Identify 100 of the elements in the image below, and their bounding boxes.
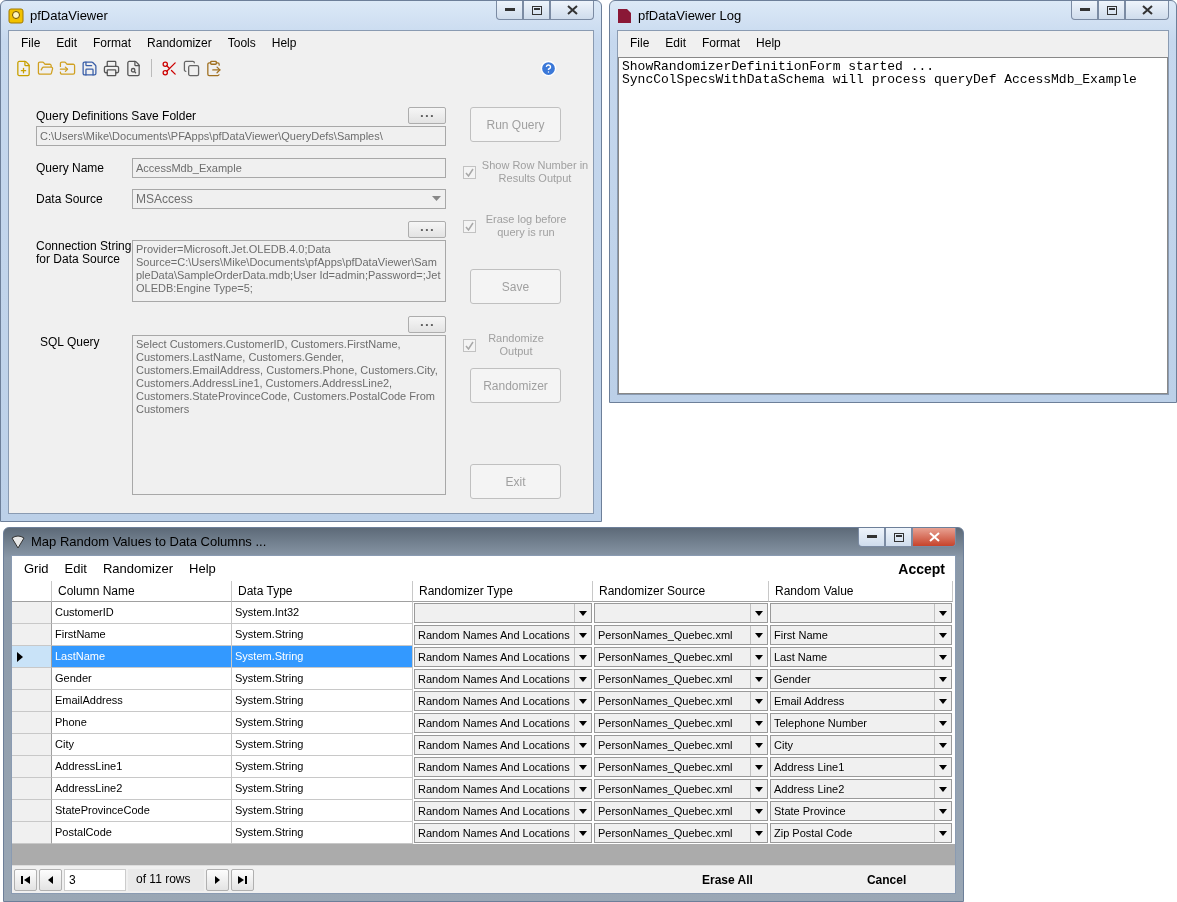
table-cell: System.String (232, 646, 413, 669)
column-header[interactable]: Randomizer Source (593, 581, 769, 603)
column-header[interactable]: Random Value (769, 581, 953, 603)
minimize-button[interactable] (496, 1, 523, 20)
dropdown-cell[interactable] (414, 603, 592, 624)
dropdown-cell[interactable]: Random Names And Locations (414, 691, 592, 712)
dropdown-cell[interactable]: Telephone Number (770, 713, 952, 734)
next-record-button[interactable] (206, 868, 229, 891)
log-text-area[interactable]: ShowRandomizerDefinitionForm started ... SyncColSpecsWithDataSchema will process queryDef AccessMdb_Example (618, 57, 1168, 394)
caret-icon (579, 632, 587, 638)
minimize-icon (1079, 8, 1090, 12)
dropdown-cell[interactable]: PersonNames_Quebec.xml (594, 823, 768, 844)
column-header[interactable]: Data Type (232, 581, 413, 603)
dropdown-cell[interactable]: PersonNames_Quebec.xml (594, 669, 768, 690)
dropdown-cell[interactable]: Random Names And Locations (414, 779, 592, 800)
browse-button[interactable]: • • • (408, 107, 446, 124)
dropdown-cell[interactable]: Address Line2 (770, 779, 952, 800)
dropdown-cell[interactable]: Last Name (770, 647, 952, 668)
dropdown-cell[interactable]: Random Names And Locations (414, 647, 592, 668)
dropdown-cell[interactable]: Random Names And Locations (414, 823, 592, 844)
menu-item[interactable]: Randomizer (139, 36, 220, 50)
maximize-button[interactable] (523, 1, 550, 20)
close-button[interactable] (912, 528, 956, 547)
dropdown-cell[interactable]: State Province (770, 801, 952, 822)
printer-icon[interactable] (103, 59, 120, 77)
dropdown-cell[interactable]: Zip Postal Code (770, 823, 952, 844)
minimize-button[interactable] (1071, 1, 1098, 20)
dropdown-cell[interactable]: PersonNames_Quebec.xml (594, 779, 768, 800)
dropdown-cell[interactable]: Random Names And Locations (414, 713, 592, 734)
previous-icon (46, 874, 55, 885)
dropdown-cell[interactable]: Gender (770, 669, 952, 690)
footer-button[interactable]: Erase All (696, 870, 759, 889)
dropdown-cell[interactable]: City (770, 735, 952, 756)
connection-string-field[interactable]: Provider=Microsoft.Jet.OLEDB.4.0;Data Source=C:\Users\Mike\Documents\pfApps\pfDataViewer\SampleData\SampleOrderData.mdb;User Id=admin;Password=;Jet OLEDB:Engine Type=5; (132, 240, 446, 302)
app-icon (8, 7, 24, 24)
browse-button[interactable]: • • • (408, 316, 446, 333)
column-header[interactable]: Randomizer Type (413, 581, 593, 603)
last-record-button[interactable] (231, 868, 254, 891)
field-label: SQL Query (39, 335, 101, 349)
menu-item[interactable]: File (13, 36, 49, 50)
caret-icon (939, 698, 947, 704)
dropdown-cell[interactable]: Email Address (770, 691, 952, 712)
menu-item[interactable]: File (622, 36, 658, 50)
query-name-field[interactable]: AccessMdb_Example (132, 158, 446, 178)
table-cell: System.String (232, 800, 413, 823)
menu-item[interactable]: Edit (48, 36, 86, 50)
menu-item[interactable]: Tools (219, 36, 264, 50)
dropdown-cell[interactable]: Random Names And Locations (414, 757, 592, 778)
browse-button[interactable]: • • • (408, 221, 446, 238)
caret-icon (939, 632, 947, 638)
first-record-button[interactable] (14, 868, 37, 891)
dropdown-cell[interactable]: Address Line1 (770, 757, 952, 778)
dropdown-cell[interactable]: PersonNames_Quebec.xml (594, 757, 768, 778)
dropdown-cell[interactable]: Random Names And Locations (414, 669, 592, 690)
help-icon[interactable] (540, 59, 557, 77)
dropdown-cell[interactable] (770, 603, 952, 624)
menu-item[interactable]: Format (694, 36, 749, 50)
save-icon[interactable] (81, 59, 98, 77)
folder-field[interactable]: C:\Users\Mike\Documents\PFApps\pfDataViewer\QueryDefs\Samples\ (36, 126, 446, 146)
paste-icon[interactable] (205, 59, 222, 77)
close-button[interactable] (1125, 1, 1169, 20)
dropdown-cell[interactable]: Random Names And Locations (414, 625, 592, 646)
minimize-button[interactable] (858, 528, 885, 547)
menu-item[interactable]: Randomizer (94, 561, 182, 577)
previous-record-button[interactable] (39, 868, 62, 891)
dropdown-cell[interactable]: Random Names And Locations (414, 735, 592, 756)
sql-query-field[interactable]: Select Customers.CustomerID, Customers.FirstName, Customers.LastName, Customers.Gender, Customers.EmailAddress, Customers.Phone, Customers.City, Customers.AddressLine1, Customers.AddressLine2, Customers.StateProvinceCode, Customers.PostalCode From Customers (132, 335, 446, 495)
new-file-icon[interactable] (15, 59, 32, 77)
caret-icon (579, 676, 587, 682)
dropdown-cell[interactable]: Random Names And Locations (414, 801, 592, 822)
menu-item[interactable]: Grid (16, 561, 57, 577)
window-title: pfDataViewer (30, 8, 109, 23)
menu-item[interactable]: Help (263, 36, 305, 50)
menu-item[interactable]: Edit (657, 36, 695, 50)
record-position-field[interactable]: 3 (64, 868, 126, 891)
maximize-button[interactable] (885, 528, 912, 547)
dropdown-cell[interactable] (594, 603, 768, 624)
accept-button[interactable]: Accept (892, 560, 951, 577)
table-cell: LastName (52, 646, 232, 669)
menu-item[interactable]: Format (85, 36, 140, 50)
scissors-icon[interactable] (161, 59, 178, 77)
caret-icon (939, 764, 947, 770)
copy-icon[interactable] (183, 59, 200, 77)
dropdown-cell[interactable]: PersonNames_Quebec.xml (594, 801, 768, 822)
print-preview-icon[interactable] (125, 59, 142, 77)
dropdown-cell[interactable]: First Name (770, 625, 952, 646)
dropdown-cell[interactable]: PersonNames_Quebec.xml (594, 691, 768, 712)
dropdown-cell[interactable]: PersonNames_Quebec.xml (594, 713, 768, 734)
data-source-dropdown[interactable]: MSAccess (132, 189, 446, 209)
dropdown-cell[interactable]: PersonNames_Quebec.xml (594, 647, 768, 668)
footer-button[interactable]: Cancel (860, 870, 913, 889)
menu-item[interactable]: Help (748, 36, 789, 50)
column-header[interactable]: Column Name (52, 581, 232, 603)
menu-item[interactable]: Help (181, 561, 224, 577)
menu-item[interactable]: Edit (56, 561, 95, 577)
close-button[interactable] (550, 1, 594, 20)
row-header[interactable] (12, 646, 52, 669)
dropdown-cell[interactable]: PersonNames_Quebec.xml (594, 625, 768, 646)
maximize-button[interactable] (1098, 1, 1125, 20)
dropdown-cell[interactable]: PersonNames_Quebec.xml (594, 735, 768, 756)
